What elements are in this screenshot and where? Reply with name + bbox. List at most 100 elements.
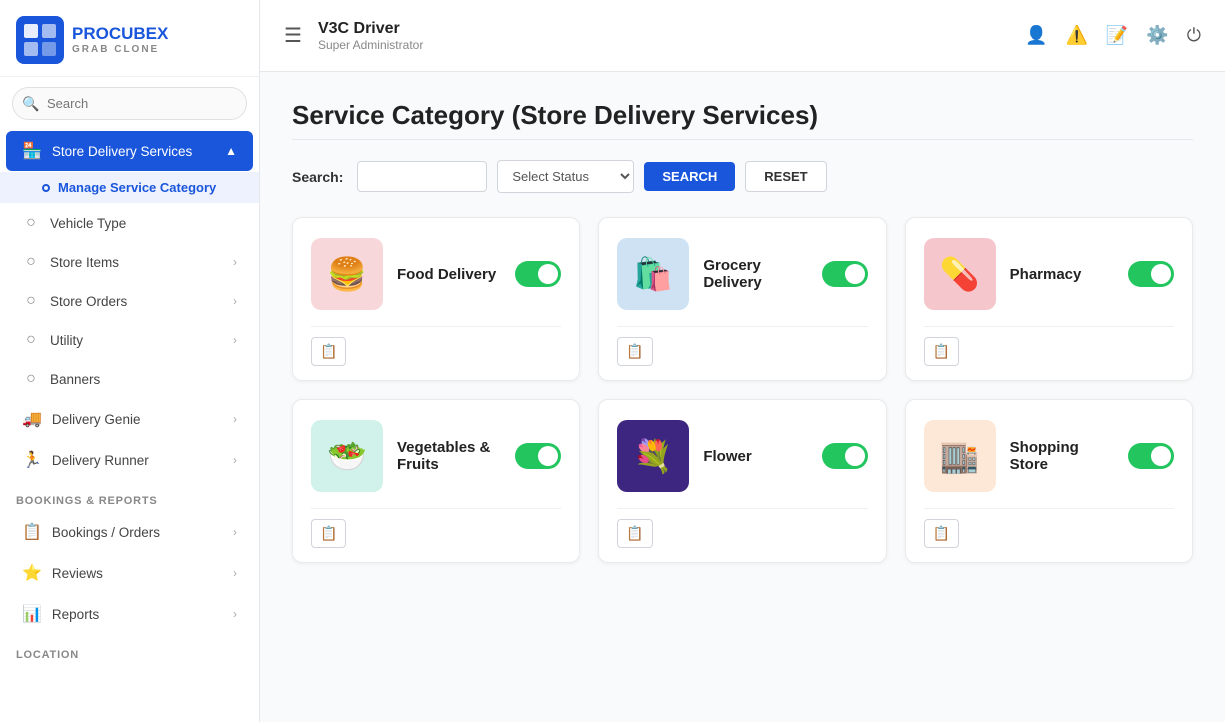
shopping-store-icon-box: 🏬	[924, 420, 996, 492]
pharmacy-toggle[interactable]	[1128, 261, 1174, 287]
chevron-right-icon: ›	[233, 412, 237, 426]
alert-icon[interactable]: ⚠️	[1065, 25, 1087, 46]
chevron-up-icon: ▲	[225, 144, 237, 158]
search-input[interactable]	[12, 87, 247, 120]
chevron-right-icon: ›	[233, 294, 237, 308]
power-icon[interactable]: ⏻	[1187, 25, 1201, 46]
topbar: ☰ V3C Driver Super Administrator 👤 ⚠️ 📝 …	[260, 0, 1225, 72]
sidebar-item-label: Vehicle Type	[50, 216, 237, 231]
sidebar: PROCUBEX GRAB CLONE 🔍 🏪 Store Delivery S…	[0, 0, 260, 722]
sidebar-item-reports[interactable]: 📊 Reports ›	[6, 594, 253, 634]
flower-icon-box: 💐	[617, 420, 689, 492]
filter-bar: Search: Select Status Active Inactive SE…	[292, 160, 1193, 193]
card-vegetables-fruits: 🥗 Vegetables & Fruits 📋	[292, 399, 580, 563]
sidebar-item-store-items[interactable]: ○ Store Items ›	[6, 243, 253, 281]
sidebar-item-delivery-genie[interactable]: 🚚 Delivery Genie ›	[6, 399, 253, 439]
utility-icon: ○	[22, 331, 40, 349]
sidebar-item-label: Bookings / Orders	[52, 525, 223, 540]
filter-search-input[interactable]	[357, 161, 487, 192]
cards-grid: 🍔 Food Delivery 📋 🛍️ Grocery Delivery	[292, 217, 1193, 563]
chevron-right-icon: ›	[233, 333, 237, 347]
page-divider	[292, 139, 1193, 140]
logo-icon	[16, 16, 64, 64]
logo-sub: GRAB CLONE	[72, 44, 168, 55]
user-icon[interactable]: 👤	[1025, 25, 1047, 46]
topbar-title: V3C Driver	[318, 20, 423, 38]
flower-toggle[interactable]	[822, 443, 868, 469]
sidebar-item-label: Delivery Genie	[52, 412, 223, 427]
sidebar-item-utility[interactable]: ○ Utility ›	[6, 321, 253, 359]
grocery-delivery-toggle[interactable]	[822, 261, 868, 287]
store-orders-icon: ○	[22, 292, 40, 310]
card-name: Vegetables & Fruits	[397, 439, 501, 473]
food-delivery-toggle[interactable]	[515, 261, 561, 287]
settings-icon[interactable]: ⚙️	[1146, 25, 1168, 46]
search-label: Search:	[292, 169, 343, 185]
sidebar-item-bookings-orders[interactable]: 📋 Bookings / Orders ›	[6, 512, 253, 552]
menu-icon[interactable]: ☰	[284, 23, 302, 48]
sidebar-item-delivery-runner[interactable]: 🏃 Delivery Runner ›	[6, 440, 253, 480]
content-area: Service Category (Store Delivery Service…	[260, 72, 1225, 722]
chevron-right-icon: ›	[233, 453, 237, 467]
food-delivery-icon-box: 🍔	[311, 238, 383, 310]
section-location: LOCATION	[0, 635, 259, 665]
card-pharmacy: 💊 Pharmacy 📋	[905, 217, 1193, 381]
vegetables-fruits-toggle[interactable]	[515, 443, 561, 469]
search-icon: 🔍	[22, 95, 39, 112]
sidebar-item-label: Delivery Runner	[52, 453, 223, 468]
card-flower: 💐 Flower 📋	[598, 399, 886, 563]
sidebar-item-label: Store Delivery Services	[52, 144, 215, 159]
card-name: Food Delivery	[397, 266, 501, 283]
card-shopping-store: 🏬 Shopping Store 📋	[905, 399, 1193, 563]
card-name: Flower	[703, 448, 807, 465]
sidebar-item-label: Reports	[52, 607, 223, 622]
search-box: 🔍	[12, 87, 247, 120]
sidebar-item-store-delivery[interactable]: 🏪 Store Delivery Services ▲	[6, 131, 253, 171]
sidebar-item-label: Reviews	[52, 566, 223, 581]
shopping-store-toggle[interactable]	[1128, 443, 1174, 469]
notes-icon[interactable]: 📝	[1106, 25, 1128, 46]
page-title: Service Category (Store Delivery Service…	[292, 100, 1193, 131]
sidebar-subitem-manage-service-category[interactable]: Manage Service Category	[0, 172, 259, 203]
grocery-delivery-edit-button[interactable]: 📋	[617, 337, 652, 366]
bookings-icon: 📋	[22, 522, 42, 542]
sidebar-item-label: Store Orders	[50, 294, 223, 309]
vehicle-type-icon: ○	[22, 214, 40, 232]
pharmacy-edit-button[interactable]: 📋	[924, 337, 959, 366]
sidebar-subitem-label: Manage Service Category	[58, 180, 216, 195]
vegetables-fruits-icon-box: 🥗	[311, 420, 383, 492]
status-select[interactable]: Select Status Active Inactive	[497, 160, 634, 193]
banners-icon: ○	[22, 370, 40, 388]
sidebar-item-label: Banners	[50, 372, 237, 387]
card-grocery-delivery: 🛍️ Grocery Delivery 📋	[598, 217, 886, 381]
search-button[interactable]: SEARCH	[644, 162, 735, 191]
reset-button[interactable]: RESET	[745, 161, 826, 192]
sidebar-item-vehicle-type[interactable]: ○ Vehicle Type	[6, 204, 253, 242]
card-food-delivery: 🍔 Food Delivery 📋	[292, 217, 580, 381]
section-bookings-reports: BOOKINGS & REPORTS	[0, 481, 259, 511]
sidebar-item-reviews[interactable]: ⭐ Reviews ›	[6, 553, 253, 593]
chevron-right-icon: ›	[233, 255, 237, 269]
food-delivery-edit-button[interactable]: 📋	[311, 337, 346, 366]
chevron-right-icon: ›	[233, 525, 237, 539]
sidebar-item-banners[interactable]: ○ Banners	[6, 360, 253, 398]
sidebar-item-store-orders[interactable]: ○ Store Orders ›	[6, 282, 253, 320]
shopping-store-edit-button[interactable]: 📋	[924, 519, 959, 548]
logo: PROCUBEX GRAB CLONE	[0, 0, 259, 77]
topbar-subtitle: Super Administrator	[318, 38, 423, 52]
reviews-icon: ⭐	[22, 563, 42, 583]
sidebar-item-label: Utility	[50, 333, 223, 348]
delivery-genie-icon: 🚚	[22, 409, 42, 429]
sidebar-item-label: Store Items	[50, 255, 223, 270]
card-name: Grocery Delivery	[703, 257, 807, 291]
card-name: Pharmacy	[1010, 266, 1114, 283]
logo-text: PROCUBEX	[72, 25, 168, 44]
reports-icon: 📊	[22, 604, 42, 624]
sidebar-nav: 🏪 Store Delivery Services ▲ Manage Servi…	[0, 130, 259, 722]
store-delivery-icon: 🏪	[22, 141, 42, 161]
delivery-runner-icon: 🏃	[22, 450, 42, 470]
flower-edit-button[interactable]: 📋	[617, 519, 652, 548]
dot-icon	[42, 184, 50, 192]
store-items-icon: ○	[22, 253, 40, 271]
vegetables-fruits-edit-button[interactable]: 📋	[311, 519, 346, 548]
